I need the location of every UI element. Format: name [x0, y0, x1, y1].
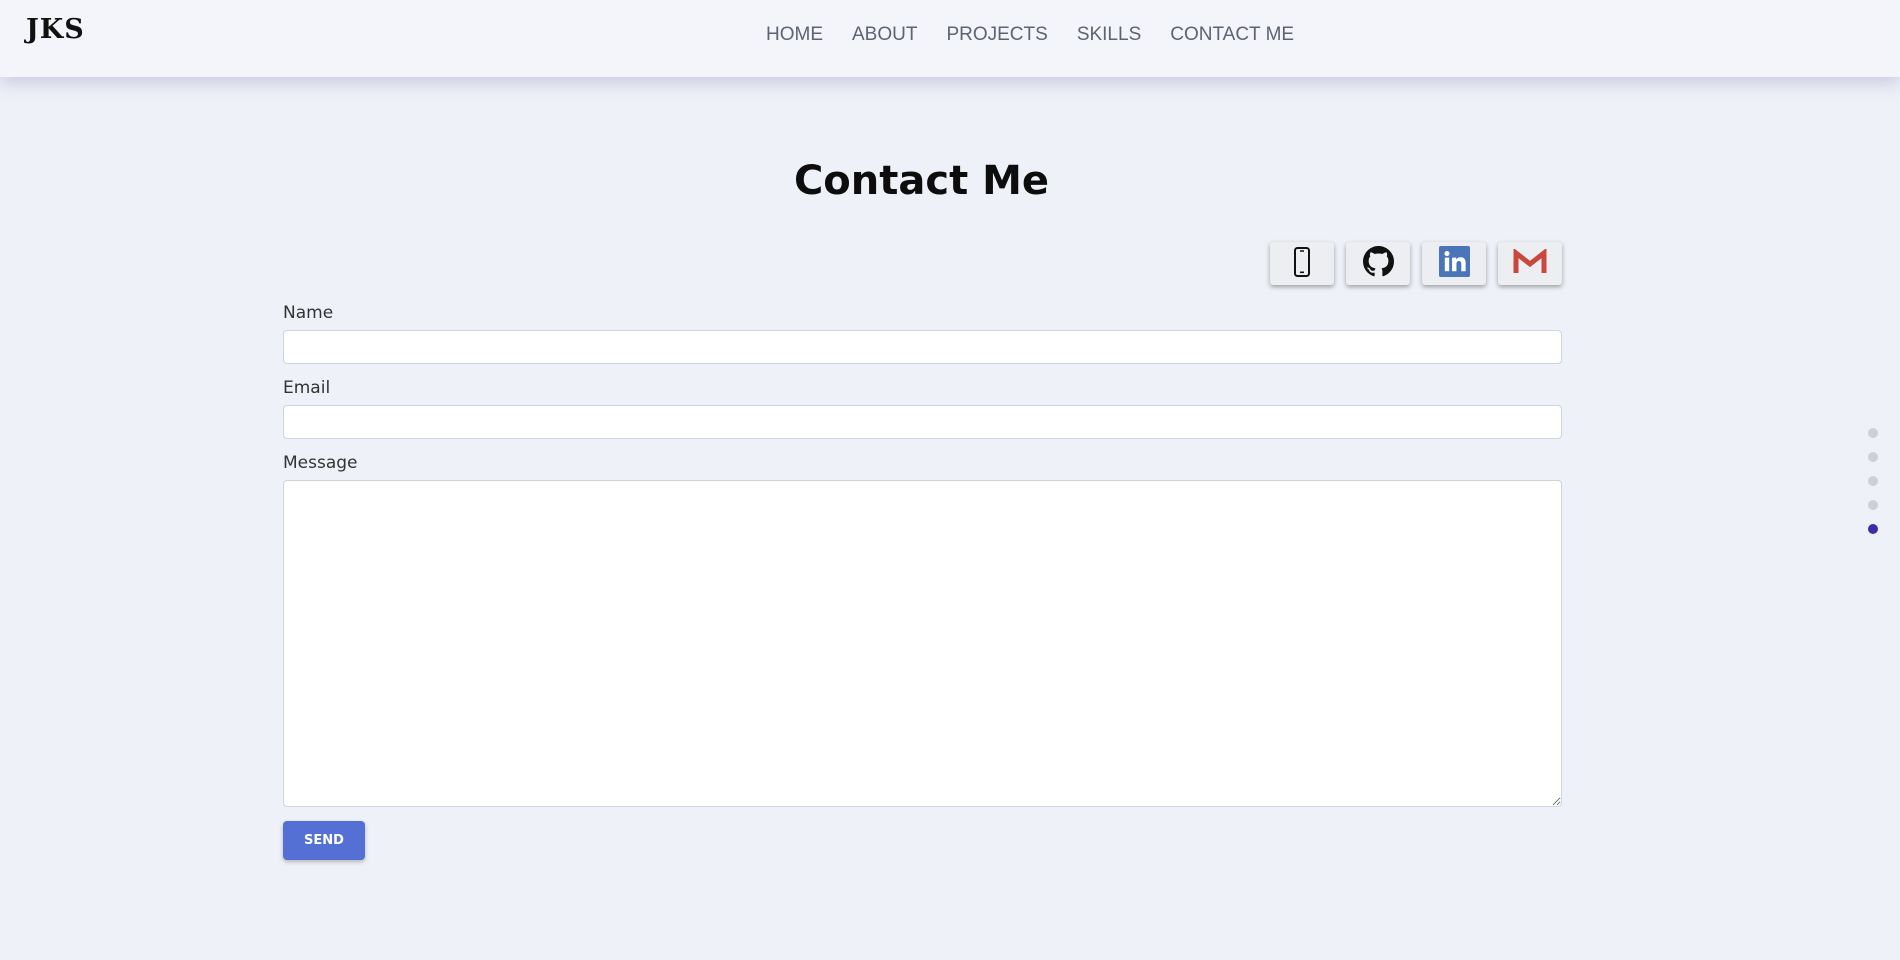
social-links	[1270, 242, 1562, 285]
email-field[interactable]	[283, 405, 1562, 439]
github-icon	[1362, 246, 1394, 281]
name-field[interactable]	[283, 330, 1562, 364]
nav-link-home[interactable]: HOME	[766, 24, 823, 46]
page-title: Contact Me	[793, 158, 1050, 204]
gmail-icon	[1513, 247, 1547, 279]
message-label: Message	[283, 453, 358, 473]
nav-link-skills[interactable]: SKILLS	[1077, 24, 1141, 46]
nav-link-projects[interactable]: PROJECTS	[946, 24, 1047, 46]
section-dot-projects[interactable]	[1868, 476, 1878, 486]
send-button[interactable]: SEND	[283, 821, 365, 860]
main-nav: HOME ABOUT PROJECTS SKILLS CONTACT ME	[766, 24, 1294, 46]
name-label: Name	[283, 303, 334, 323]
gmail-button[interactable]	[1498, 242, 1562, 285]
message-field[interactable]	[283, 480, 1562, 807]
phone-button[interactable]	[1270, 242, 1334, 285]
email-label: Email	[283, 378, 331, 398]
nav-link-contact[interactable]: CONTACT ME	[1170, 24, 1294, 46]
section-dot-contact[interactable]	[1868, 524, 1878, 534]
section-dot-home[interactable]	[1868, 428, 1878, 438]
github-button[interactable]	[1346, 242, 1410, 285]
nav-link-about[interactable]: ABOUT	[852, 24, 917, 46]
top-navbar: JKS HOME ABOUT PROJECTS SKILLS CONTACT M…	[0, 0, 1900, 77]
section-navigation	[1868, 428, 1878, 534]
linkedin-button[interactable]	[1422, 242, 1486, 285]
linkedin-icon	[1438, 246, 1470, 281]
site-logo[interactable]: JKS	[26, 14, 85, 45]
section-dot-about[interactable]	[1868, 452, 1878, 462]
phone-icon	[1293, 246, 1311, 281]
section-dot-skills[interactable]	[1868, 500, 1878, 510]
contact-form: Name Email Message SEND	[283, 303, 1562, 860]
